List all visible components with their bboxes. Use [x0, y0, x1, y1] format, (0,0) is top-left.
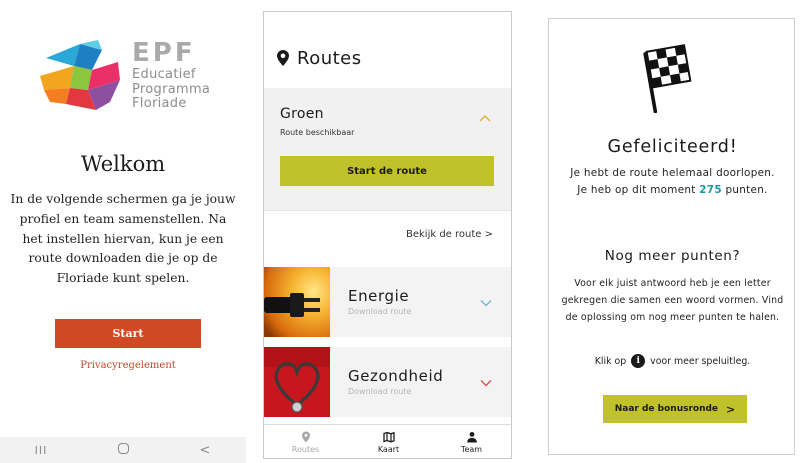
route-card-subtitle: Download route — [348, 387, 412, 396]
bonus-round-label: Naar de bonusronde — [614, 404, 719, 414]
back-icon[interactable]: < — [190, 443, 220, 458]
view-route-row: Bekijk de route > — [264, 210, 511, 256]
home-icon — [117, 442, 129, 454]
help-hint-after: voor meer speluitleg. — [650, 355, 751, 367]
welcome-text: In de volgende schermen ga je jouw profi… — [10, 192, 236, 286]
route-card-title: Gezondheid — [348, 367, 444, 385]
route-groen-panel[interactable]: Groen Route beschikbaar Start de route — [264, 88, 511, 210]
brand-line-2: Programma — [132, 81, 211, 97]
tab-team[interactable]: Team — [430, 425, 511, 458]
start-button[interactable]: Start — [55, 319, 201, 348]
route-card-subtitle: Download route — [348, 307, 412, 316]
chevron-down-icon[interactable] — [480, 379, 492, 387]
bottom-tab-bar: Routes Kaart Team — [264, 424, 511, 458]
tab-routes[interactable]: Routes — [264, 425, 347, 458]
privacy-link[interactable]: Privacyregelement — [0, 360, 256, 371]
home-button[interactable] — [108, 442, 138, 458]
routes-screen: Routes Groen Route beschikbaar Start de … — [263, 11, 512, 459]
brand-line-1: Educatief — [132, 67, 196, 82]
person-icon — [466, 432, 477, 443]
congrats-title: Gefeliciteerd! — [607, 137, 738, 157]
tab-kaart[interactable]: Kaart — [347, 425, 430, 458]
bonus-round-button[interactable]: Naar de bonusronde > — [603, 395, 747, 423]
location-pin-icon — [277, 50, 289, 66]
route-card-title: Energie — [348, 287, 410, 305]
more-points-title: Nog meer punten? — [604, 248, 741, 264]
points-value: 275 — [699, 183, 722, 196]
location-pin-icon — [301, 431, 310, 443]
tab-label: Kaart — [377, 445, 400, 454]
welcome-title: Welkom — [80, 152, 166, 176]
route-status: Route beschikbaar — [280, 128, 355, 137]
start-route-button[interactable]: Start de route — [280, 156, 494, 186]
info-icon[interactable]: i — [631, 354, 646, 368]
map-icon — [382, 431, 395, 443]
help-hint-before: Klik op — [594, 355, 627, 367]
help-hint: Klik op i voor meer speluitleg. — [549, 354, 796, 368]
route-card-energie[interactable]: Energie Download route — [264, 267, 511, 337]
congrats-text-after: punten. — [725, 183, 768, 196]
chevron-up-icon[interactable] — [478, 114, 492, 123]
congrats-text: Je hebt de route helemaal doorlopen. Je … — [569, 165, 776, 199]
welcome-screen: EPF Educatief Programma Floriade Welkom … — [0, 0, 246, 463]
brand-subtitle: Educatief Programma Floriade — [132, 67, 211, 112]
congrats-screen: Gefeliciteerd! Je hebt de route helemaal… — [548, 18, 795, 455]
tab-label: Team — [460, 445, 483, 454]
tab-label: Routes — [291, 445, 320, 454]
route-name: Groen — [280, 106, 324, 122]
android-nav-bar: III < — [0, 437, 246, 463]
chevron-down-icon[interactable] — [480, 299, 492, 307]
brand-line-3: Floriade — [132, 96, 187, 111]
chevron-right-icon: > — [726, 402, 736, 416]
recents-icon[interactable]: III — [26, 444, 56, 457]
routes-header: Routes — [264, 12, 511, 88]
page-title: Routes — [297, 48, 362, 69]
brand-title: EPF — [132, 38, 196, 68]
energie-thumbnail — [264, 267, 330, 337]
view-route-link[interactable]: Bekijk de route > — [406, 229, 493, 240]
route-card-gezondheid[interactable]: Gezondheid Download route — [264, 347, 511, 417]
checkered-flag-icon — [643, 44, 692, 113]
gezondheid-thumbnail — [264, 347, 330, 417]
epf-logo-icon — [40, 40, 120, 110]
more-points-text: Voor elk juist antwoord heb je een lette… — [561, 278, 784, 323]
